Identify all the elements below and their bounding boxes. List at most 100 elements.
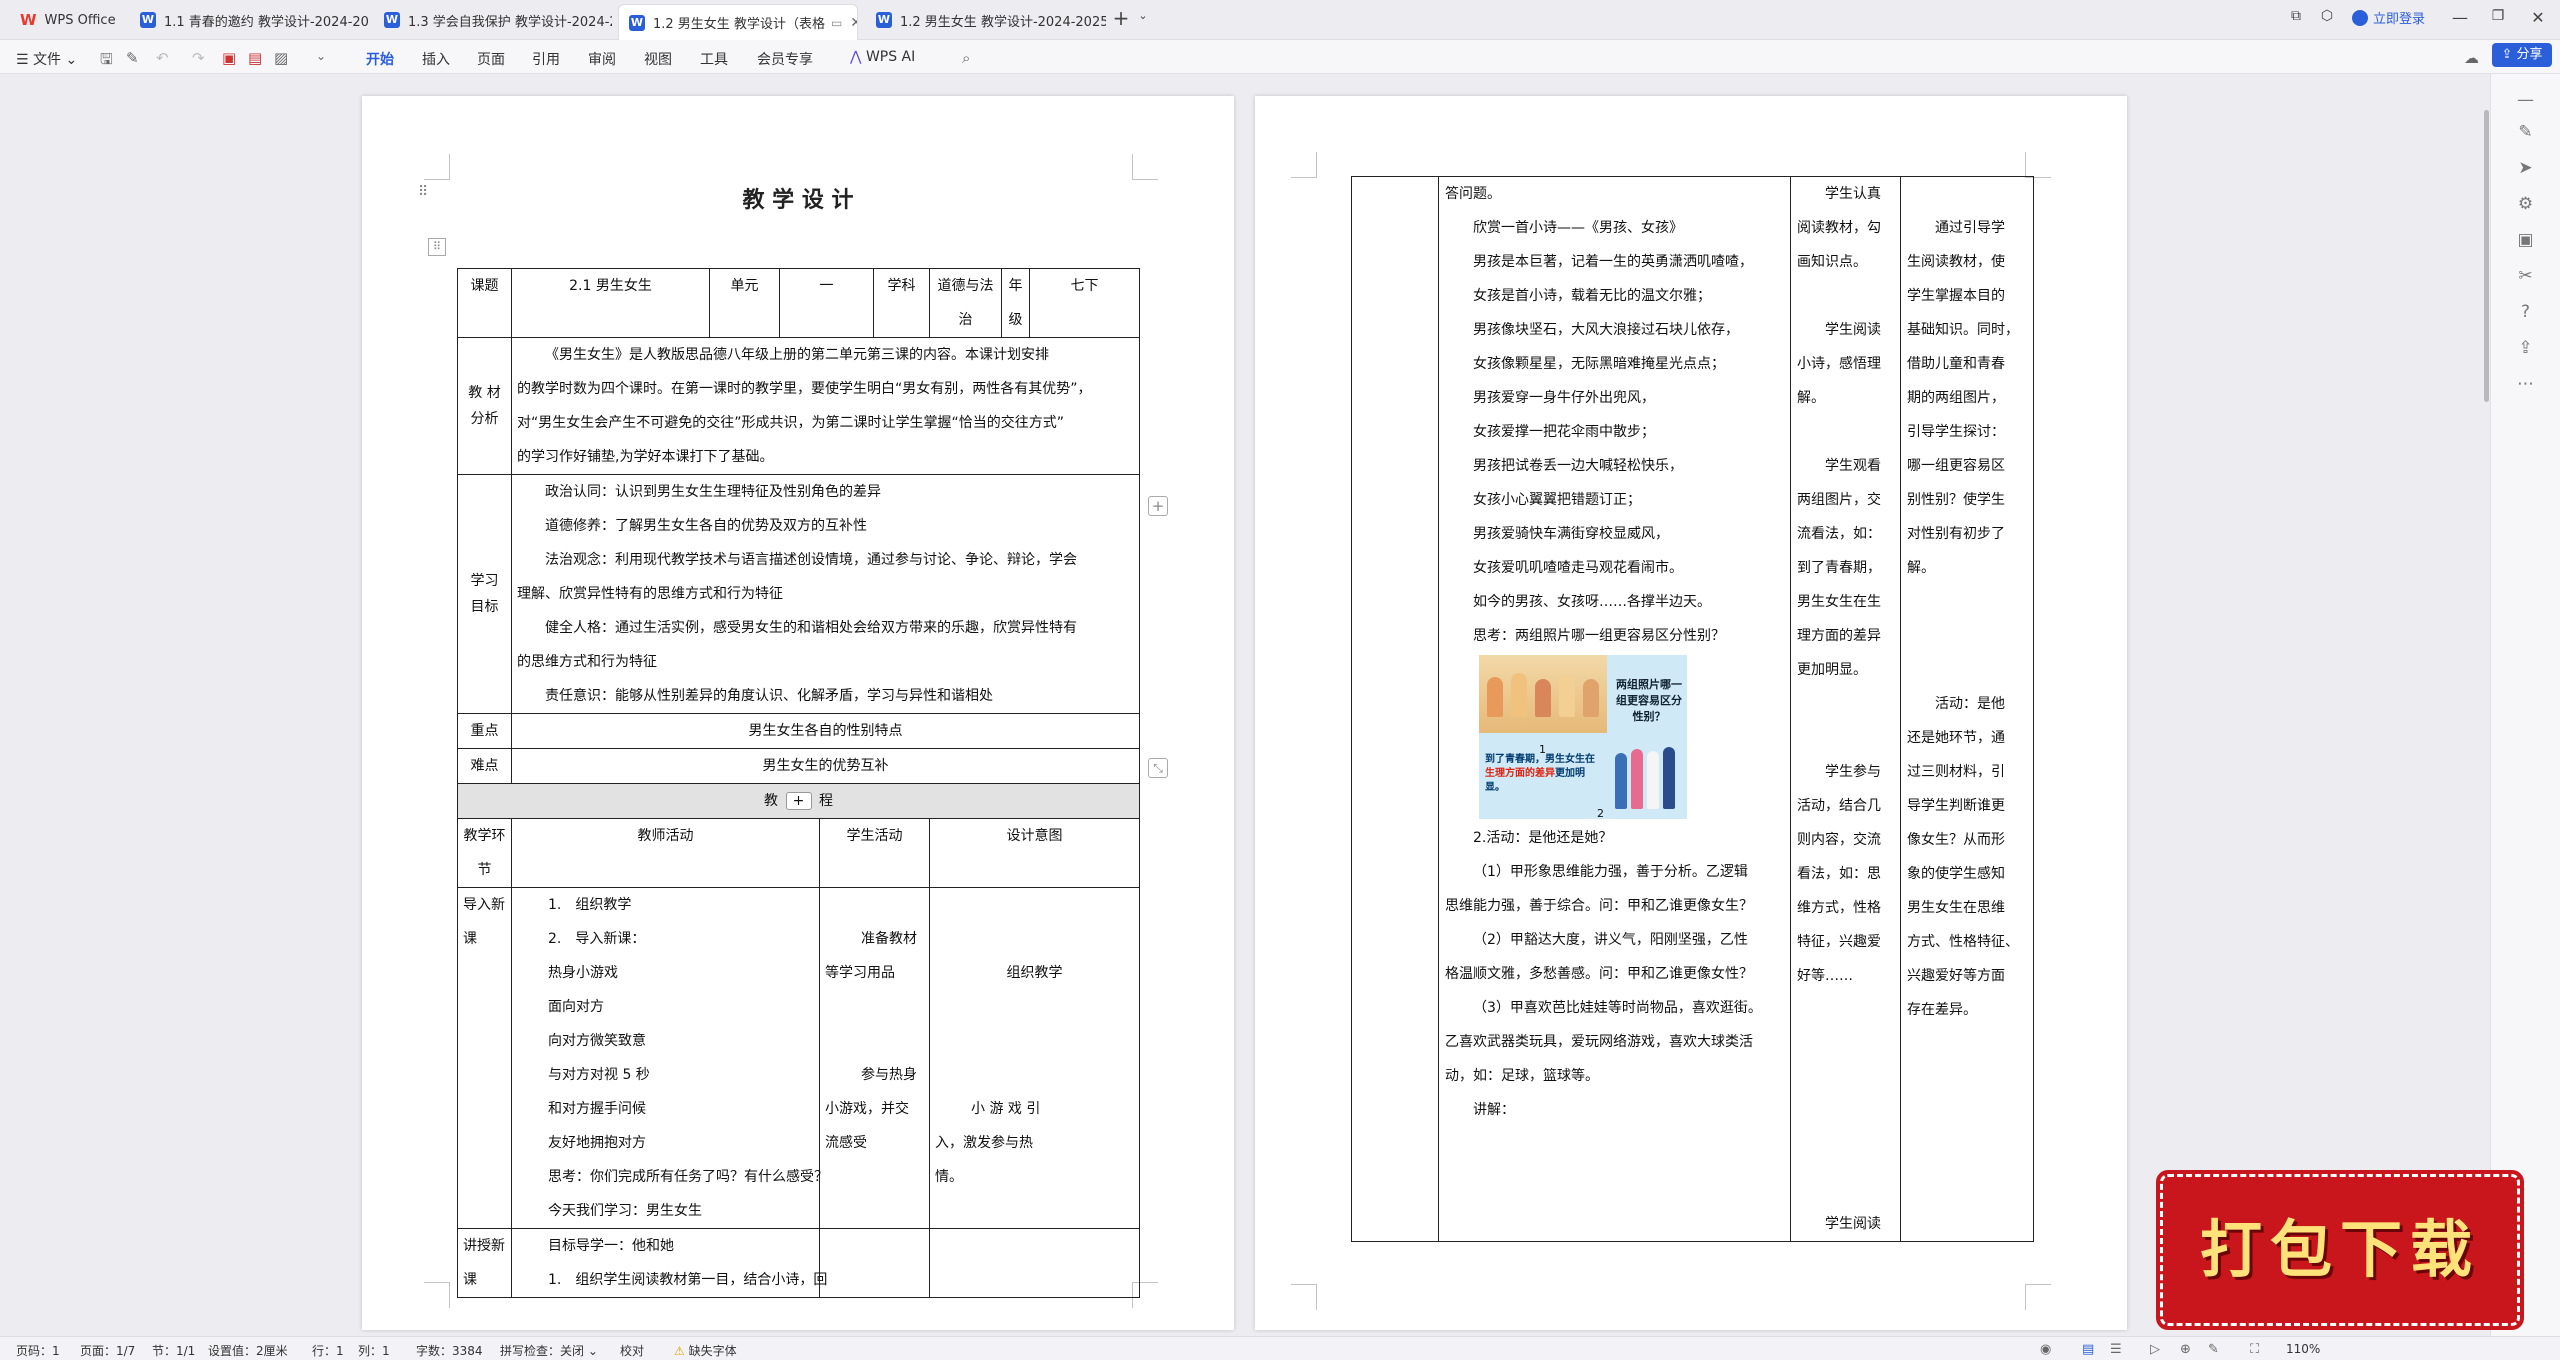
close-window-icon[interactable]: ✕: [2525, 8, 2551, 27]
share-label: 分享: [2516, 47, 2543, 62]
status-column[interactable]: 列：1: [358, 1342, 390, 1359]
share-panel-icon[interactable]: ⇪: [2491, 338, 2560, 358]
more-chevron-icon[interactable]: ⌄: [316, 49, 326, 63]
tab-doc-1[interactable]: W 1.1 青春的邀约 教学设计-2024-2025: [130, 5, 368, 35]
status-word-count[interactable]: 字数：3384: [416, 1342, 483, 1359]
menu-member[interactable]: 会员专享: [757, 49, 813, 69]
status-missing-font[interactable]: ⚠ 缺失字体: [674, 1342, 737, 1359]
status-page-number[interactable]: 页码：1: [16, 1342, 60, 1359]
cube-icon[interactable]: ⬡: [2314, 8, 2340, 24]
design-line: 导学生判断谁更: [1907, 798, 2005, 814]
more-icon[interactable]: ⋯: [2491, 374, 2560, 394]
undo-icon[interactable]: ↶: [156, 49, 169, 67]
image-tool-icon[interactable]: ▣: [2491, 230, 2560, 250]
menu-wps-ai-label: WPS AI: [865, 49, 916, 65]
zoom-level[interactable]: 110%: [2286, 1342, 2320, 1356]
vertical-scrollbar[interactable]: [2482, 74, 2490, 1336]
add-column-icon[interactable]: +: [1148, 496, 1168, 516]
tab-home[interactable]: W WPS Office: [10, 5, 126, 35]
print-icon[interactable]: ▤: [248, 49, 262, 67]
ai-icon: ⋀: [850, 49, 866, 65]
restore-icon[interactable]: ❐: [2485, 8, 2511, 24]
login-button[interactable]: 立即登录: [2352, 8, 2425, 27]
search-icon[interactable]: ⌕: [962, 49, 970, 67]
teacher-line: 面向对方: [548, 999, 604, 1015]
download-banner[interactable]: 打包下载: [2156, 1170, 2524, 1330]
student-line: 流感受: [825, 1135, 868, 1151]
menu-page[interactable]: 页面: [477, 49, 505, 69]
status-row[interactable]: 行：1: [312, 1342, 344, 1359]
chevron-down-icon[interactable]: ⌄: [1130, 9, 1156, 22]
menu-wps-ai[interactable]: ⋀ WPS AI: [850, 49, 915, 65]
student-line: 学生阅读: [1825, 1216, 1881, 1232]
teacher-line: 热身小游戏: [548, 965, 618, 981]
status-proofread[interactable]: 校对: [620, 1342, 644, 1359]
page-corner-mark: [1291, 1284, 1317, 1310]
page-1[interactable]: ⠿ 教 学 设 计 ⠿ + ⤡ 课题 2.1 男生女生 单元 一 学科 道德与法…: [362, 96, 1234, 1330]
page-corner-mark: [2025, 1284, 2051, 1310]
play-icon[interactable]: ▷: [2150, 1342, 2160, 1357]
comparison-photo[interactable]: 两组照片哪一组更容易区分性别？ 1 到了青春期，男生女生在生理方面的差异更加明显…: [1479, 655, 1687, 819]
student-line: 小游戏，并交: [825, 1101, 910, 1117]
page-view-icon[interactable]: ▤: [2082, 1342, 2094, 1357]
minimize-icon[interactable]: —: [2447, 8, 2473, 27]
settings-sliders-icon[interactable]: ⚙: [2491, 194, 2560, 214]
select-pointer-icon[interactable]: ➤: [2491, 158, 2560, 178]
pen-icon[interactable]: ✎: [2208, 1342, 2219, 1357]
goal-line: 法治观念：利用现代教学技术与语言描述创设情境，通过参与讨论、争论、辩论，学会: [545, 552, 1077, 568]
status-pages[interactable]: 页面：1/7: [80, 1342, 135, 1359]
preview-icon[interactable]: ▭: [831, 16, 842, 30]
export-pdf-icon[interactable]: ▣: [222, 49, 236, 67]
close-tab-icon[interactable]: ✕: [850, 15, 857, 31]
teacher-line: （1）甲形象思维能力强，善于分析。乙逻辑: [1473, 864, 1748, 880]
ribbon-toolbar: ☰ 文件 ⌄ 🖫 ✎ ↶ ↷ ▣ ▤ ▨ ⌄ 开始 插入 页面 引用 审阅 视图…: [0, 40, 2560, 77]
menu-home[interactable]: 开始: [366, 49, 394, 77]
help-icon[interactable]: ?: [2491, 302, 2560, 322]
cloud-sync-icon[interactable]: ☁: [2464, 49, 2479, 67]
topic-key: 课题: [457, 268, 512, 338]
document-canvas[interactable]: ⠿ 教 学 设 计 ⠿ + ⤡ 课题 2.1 男生女生 单元 一 学科 道德与法…: [0, 74, 2490, 1336]
tab-doc-3-active[interactable]: W 1.2 男生女生 教学设计（表格 ▭ ✕: [618, 4, 858, 40]
process-col-design: 设计意图: [929, 818, 1141, 888]
login-label: 立即登录: [2373, 12, 2426, 27]
teacher-line: （2）甲豁达大度，讲义气，阳刚坚强，乙性: [1473, 932, 1748, 948]
format-painter-icon[interactable]: ✎: [126, 49, 139, 67]
file-menu[interactable]: ☰ 文件 ⌄: [16, 49, 77, 69]
web-view-icon[interactable]: ⊕: [2180, 1342, 2191, 1357]
student-line: 流看法，如：: [1797, 526, 1881, 542]
process-header-row: 教 + 程: [456, 783, 1141, 819]
edit-icon[interactable]: ✎: [2491, 122, 2560, 142]
tab-doc-2[interactable]: W 1.3 学会自我保护 教学设计-2024-20: [374, 5, 612, 35]
table-resize-icon[interactable]: ⤡: [1148, 758, 1168, 778]
fit-page-icon[interactable]: ⛶: [2250, 1342, 2259, 1357]
redo-icon[interactable]: ↷: [192, 49, 205, 67]
share-button[interactable]: ⇪ 分享: [2492, 43, 2552, 67]
status-setting[interactable]: 设置值：2厘米: [208, 1342, 288, 1359]
tab-bar: W WPS Office W 1.1 青春的邀约 教学设计-2024-2025 …: [0, 0, 2560, 40]
design-line: 期的两组图片，: [1907, 390, 2005, 406]
status-spell-check[interactable]: 拼写检查：关闭 ⌄: [500, 1342, 598, 1359]
menu-view[interactable]: 视图: [644, 49, 672, 69]
add-row-icon[interactable]: +: [785, 792, 812, 810]
goal-line: 理解、欣赏异性特有的思维方式和行为特征: [517, 586, 783, 602]
status-section[interactable]: 节：1/1: [152, 1342, 195, 1359]
menu-review[interactable]: 审阅: [588, 49, 616, 69]
page-2[interactable]: 答问题。 欣赏一首小诗——《男孩、女孩》 男孩是本巨著，记着一生的英勇潇洒叽喳喳…: [1255, 96, 2127, 1330]
word-doc-icon: W: [876, 12, 892, 28]
window-mode-icon[interactable]: ⧉: [2283, 8, 2309, 24]
menu-insert[interactable]: 插入: [422, 49, 450, 69]
scrollbar-thumb[interactable]: [2484, 110, 2489, 402]
tab-doc-4[interactable]: W 1.2 男生女生 教学设计-2024-2025学: [866, 5, 1106, 35]
image-icon[interactable]: ▨: [274, 49, 288, 67]
eye-icon[interactable]: ◉: [2040, 1342, 2051, 1357]
menu-tools[interactable]: 工具: [700, 49, 728, 69]
difficulty-label: 难点: [457, 748, 512, 784]
student-line: 学生阅读: [1825, 322, 1881, 338]
save-icon[interactable]: 🖫: [100, 49, 113, 74]
outline-view-icon[interactable]: ☰: [2110, 1342, 2122, 1357]
table-move-handle-icon[interactable]: ⠿: [428, 238, 446, 256]
menu-reference[interactable]: 引用: [532, 49, 560, 69]
collapse-panel-icon[interactable]: —: [2491, 90, 2560, 110]
tools-icon[interactable]: ✂: [2491, 266, 2560, 286]
student-line: 理方面的差异: [1797, 628, 1881, 644]
